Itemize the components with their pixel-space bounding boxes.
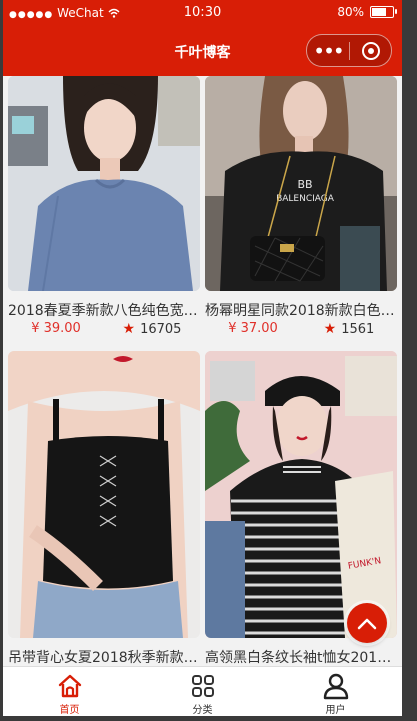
product-photo (8, 351, 200, 638)
tab-bar: 首页 分类 用户 (3, 666, 402, 716)
battery-icon (370, 6, 397, 18)
product-rating: ★ 1561 (301, 321, 397, 337)
user-icon (323, 673, 348, 700)
more-dots-icon[interactable]: ••• (307, 41, 349, 61)
tab-category[interactable]: 分类 (136, 667, 269, 716)
tab-home[interactable]: 首页 (3, 667, 136, 716)
phone-screen: ●●●●● WeChat 10:30 80% 千叶博客 ••• 2018春夏季新… (3, 0, 402, 716)
nav-bar: 千叶博客 ••• (3, 26, 402, 76)
product-name: 2018春夏季新款八色纯色宽松短袖T恤 (8, 303, 200, 319)
close-button[interactable] (350, 41, 391, 60)
product-meta: ¥ 39.00 ★ 16705 (8, 321, 200, 337)
product-photo: BALENCIAGA BB (205, 76, 397, 291)
tab-label: 用户 (325, 705, 346, 716)
product-photo: FUNK'N (205, 351, 397, 638)
battery-percent: 80% (337, 5, 364, 19)
product-price: ¥ 37.00 (228, 321, 278, 336)
product-meta: ¥ 37.00 ★ 1561 (205, 321, 397, 337)
home-icon (58, 674, 81, 698)
product-name: 高领黑白条纹长袖t恤女2018秋季新款 (205, 650, 397, 666)
product-name: 杨幂明星同款2018新款白色短袖T恤 (205, 303, 397, 319)
rating-count: 1561 (341, 321, 375, 337)
tab-user[interactable]: 用户 (269, 667, 402, 716)
category-icon (191, 675, 214, 697)
star-icon: ★ (323, 321, 337, 337)
battery-fill (372, 8, 387, 16)
tab-label: 首页 (59, 705, 80, 716)
product-name: 吊带背心女夏2018秋季新款系带上衣 (8, 650, 200, 666)
product-image[interactable] (8, 76, 200, 291)
status-bar: ●●●●● WeChat 10:30 80% (3, 0, 402, 26)
status-right: 80% (337, 5, 397, 19)
svg-text:BB: BB (297, 178, 312, 191)
product-photo (8, 76, 200, 291)
product-grid: 2018春夏季新款八色纯色宽松短袖T恤 ¥ 39.00 ★ 16705 (3, 76, 402, 666)
product-image[interactable]: BALENCIAGA BB (205, 76, 397, 291)
product-image[interactable]: FUNK'N (205, 351, 397, 638)
up-arrow-icon (357, 618, 377, 630)
star-icon: ★ (122, 321, 136, 337)
rating-count: 16705 (140, 321, 182, 337)
mini-program-capsule: ••• (306, 34, 392, 67)
product-price: ¥ 39.00 (31, 321, 81, 336)
product-image[interactable] (8, 351, 200, 638)
back-to-top-button[interactable] (347, 603, 387, 643)
product-rating: ★ 16705 (104, 321, 200, 337)
target-close-icon (361, 41, 380, 60)
tab-label: 分类 (192, 705, 213, 716)
